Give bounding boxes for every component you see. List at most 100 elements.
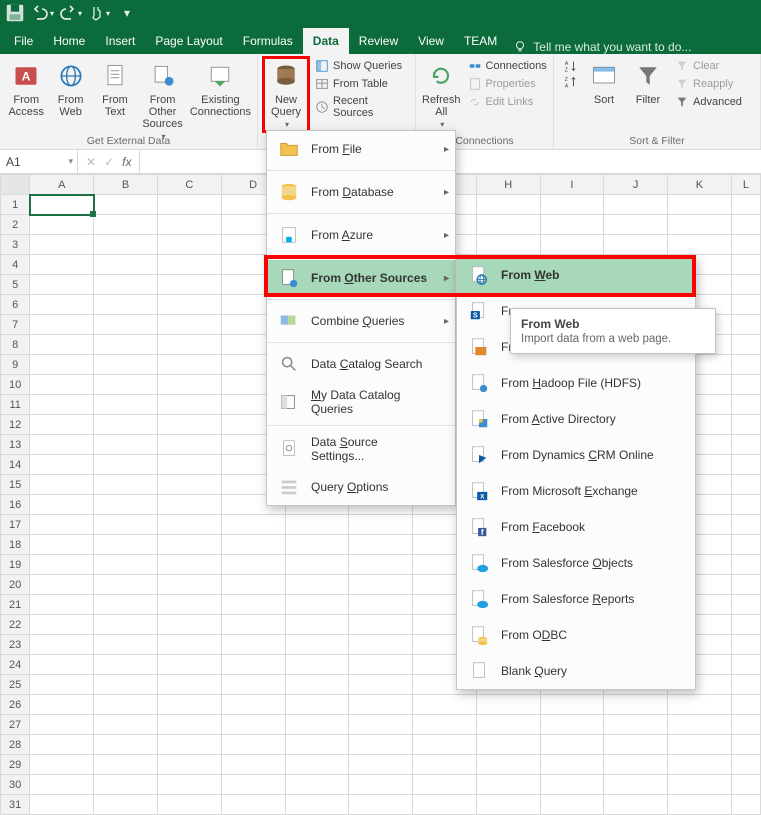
row-header-1[interactable]: 1	[1, 195, 30, 215]
cell-J1[interactable]	[604, 195, 668, 215]
cell-C25[interactable]	[157, 675, 221, 695]
cell-F17[interactable]	[349, 515, 413, 535]
cell-D18[interactable]	[221, 535, 285, 555]
menu-data-catalog-search[interactable]: Data Catalog Search	[267, 346, 455, 382]
row-header-29[interactable]: 29	[1, 755, 30, 775]
tab-team[interactable]: TEAM	[454, 28, 507, 54]
sort-button[interactable]: Sort	[584, 58, 624, 108]
cell-L11[interactable]	[731, 395, 760, 415]
cell-B12[interactable]	[94, 415, 158, 435]
cell-D27[interactable]	[221, 715, 285, 735]
cell-L1[interactable]	[731, 195, 760, 215]
cell-H31[interactable]	[476, 795, 540, 815]
cell-A14[interactable]	[30, 455, 94, 475]
cell-A1[interactable]	[30, 195, 94, 215]
tab-file[interactable]: File	[4, 28, 43, 54]
refresh-all-button[interactable]: Refresh All	[422, 58, 461, 131]
advanced-filter-button[interactable]: Advanced	[672, 94, 745, 110]
cell-D26[interactable]	[221, 695, 285, 715]
col-header-C[interactable]: C	[157, 175, 221, 195]
cell-F28[interactable]	[349, 735, 413, 755]
cell-E27[interactable]	[285, 715, 349, 735]
cell-K27[interactable]	[667, 715, 731, 735]
cell-B19[interactable]	[94, 555, 158, 575]
cell-A3[interactable]	[30, 235, 94, 255]
cell-F27[interactable]	[349, 715, 413, 735]
row-header-18[interactable]: 18	[1, 535, 30, 555]
cell-C24[interactable]	[157, 655, 221, 675]
row-header-11[interactable]: 11	[1, 395, 30, 415]
cell-H1[interactable]	[476, 195, 540, 215]
row-header-3[interactable]: 3	[1, 235, 30, 255]
select-all-cell[interactable]	[1, 175, 30, 195]
cell-L12[interactable]	[731, 415, 760, 435]
show-queries-button[interactable]: Show Queries	[312, 58, 409, 74]
cell-C16[interactable]	[157, 495, 221, 515]
tab-insert[interactable]: Insert	[95, 28, 145, 54]
connections-button[interactable]: Connections	[465, 58, 550, 74]
cell-C31[interactable]	[157, 795, 221, 815]
row-header-16[interactable]: 16	[1, 495, 30, 515]
cell-E24[interactable]	[285, 655, 349, 675]
cell-B7[interactable]	[94, 315, 158, 335]
cell-L13[interactable]	[731, 435, 760, 455]
cell-K30[interactable]	[667, 775, 731, 795]
cell-K26[interactable]	[667, 695, 731, 715]
cell-K3[interactable]	[667, 235, 731, 255]
cell-E25[interactable]	[285, 675, 349, 695]
cell-A16[interactable]	[30, 495, 94, 515]
cell-B22[interactable]	[94, 615, 158, 635]
existing-connections-button[interactable]: Existing Connections	[190, 58, 251, 120]
cell-D24[interactable]	[221, 655, 285, 675]
cell-G30[interactable]	[413, 775, 477, 795]
row-header-7[interactable]: 7	[1, 315, 30, 335]
cell-I26[interactable]	[540, 695, 604, 715]
cell-C12[interactable]	[157, 415, 221, 435]
from-text-button[interactable]: From Text	[95, 58, 135, 120]
cell-G29[interactable]	[413, 755, 477, 775]
from-table-button[interactable]: From Table	[312, 76, 409, 92]
cell-D22[interactable]	[221, 615, 285, 635]
cell-C13[interactable]	[157, 435, 221, 455]
col-header-A[interactable]: A	[30, 175, 94, 195]
cell-B5[interactable]	[94, 275, 158, 295]
cell-F31[interactable]	[349, 795, 413, 815]
submenu-from-exchange[interactable]: X From Microsoft Exchange	[457, 473, 695, 509]
cell-C14[interactable]	[157, 455, 221, 475]
cell-L30[interactable]	[731, 775, 760, 795]
cell-J31[interactable]	[604, 795, 668, 815]
cell-E26[interactable]	[285, 695, 349, 715]
cell-L28[interactable]	[731, 735, 760, 755]
cell-F25[interactable]	[349, 675, 413, 695]
cell-A26[interactable]	[30, 695, 94, 715]
cell-K31[interactable]	[667, 795, 731, 815]
filter-button[interactable]: Filter	[628, 58, 668, 108]
sort-za-button[interactable]: ZA	[560, 74, 580, 90]
row-header-8[interactable]: 8	[1, 335, 30, 355]
cell-J27[interactable]	[604, 715, 668, 735]
cell-A21[interactable]	[30, 595, 94, 615]
cell-H30[interactable]	[476, 775, 540, 795]
cell-E23[interactable]	[285, 635, 349, 655]
cell-A10[interactable]	[30, 375, 94, 395]
row-header-12[interactable]: 12	[1, 415, 30, 435]
row-header-9[interactable]: 9	[1, 355, 30, 375]
tab-data[interactable]: Data	[303, 28, 349, 54]
cell-E28[interactable]	[285, 735, 349, 755]
cell-F29[interactable]	[349, 755, 413, 775]
cell-A6[interactable]	[30, 295, 94, 315]
cell-C18[interactable]	[157, 535, 221, 555]
cell-D19[interactable]	[221, 555, 285, 575]
row-header-19[interactable]: 19	[1, 555, 30, 575]
cell-L20[interactable]	[731, 575, 760, 595]
cell-G27[interactable]	[413, 715, 477, 735]
cell-A25[interactable]	[30, 675, 94, 695]
cell-C17[interactable]	[157, 515, 221, 535]
cell-B13[interactable]	[94, 435, 158, 455]
cell-L17[interactable]	[731, 515, 760, 535]
cell-C8[interactable]	[157, 335, 221, 355]
submenu-from-sf-objects[interactable]: From Salesforce Objects	[457, 545, 695, 581]
cell-L21[interactable]	[731, 595, 760, 615]
row-header-25[interactable]: 25	[1, 675, 30, 695]
cell-A31[interactable]	[30, 795, 94, 815]
